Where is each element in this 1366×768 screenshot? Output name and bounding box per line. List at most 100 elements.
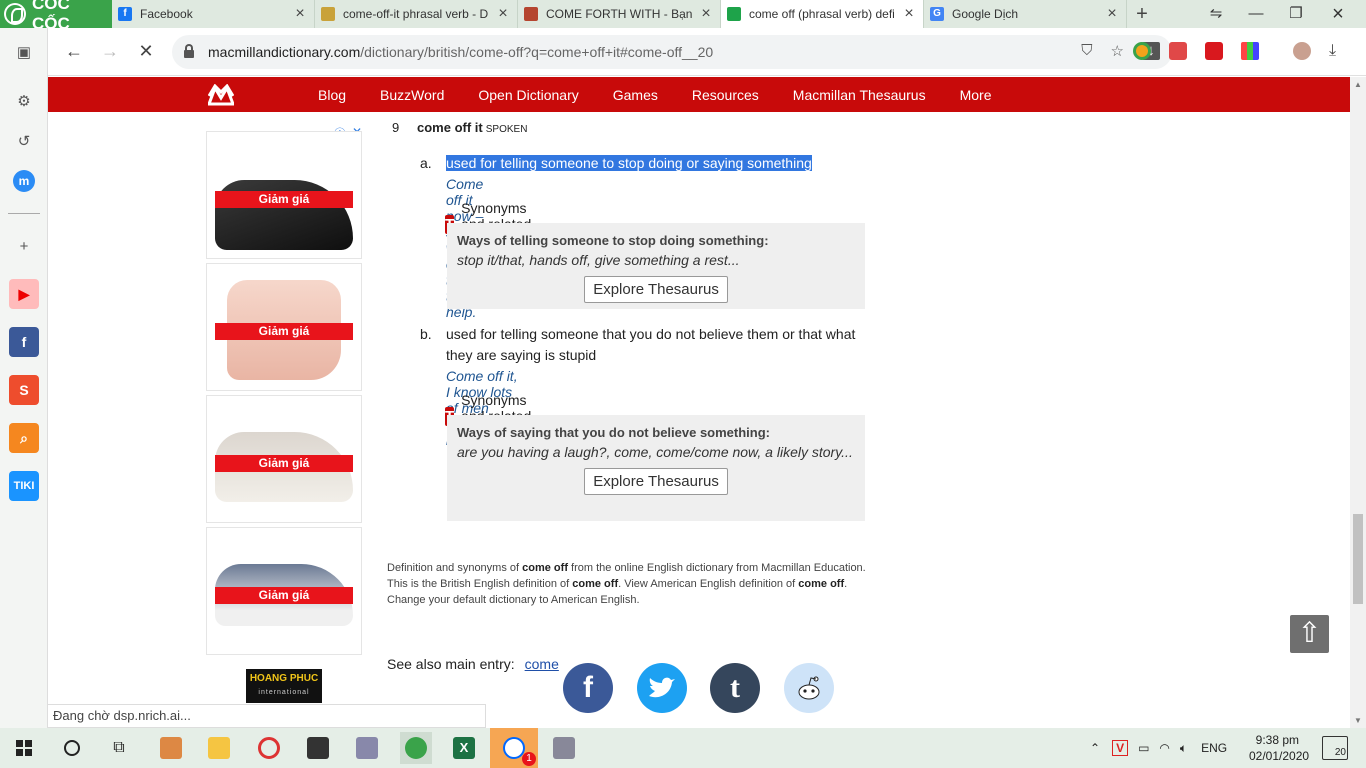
ad-card[interactable]: Giảm giá (206, 395, 362, 523)
ad-card[interactable]: Giảm giá (206, 131, 362, 259)
close-icon[interactable]: × (698, 5, 714, 23)
language-indicator[interactable]: ENG (1201, 741, 1227, 755)
excel-icon[interactable]: X (448, 732, 480, 764)
nav-open-dictionary[interactable]: Open Dictionary (478, 87, 578, 103)
adblock-icon[interactable] (1169, 42, 1187, 60)
explore-thesaurus-button[interactable]: Explore Thesaurus (584, 276, 728, 303)
reddit-share-icon[interactable] (784, 663, 834, 713)
media-app-icon[interactable] (155, 732, 187, 764)
nav-more[interactable]: More (960, 87, 992, 103)
thesaurus-list: are you having a laugh?, come, come/come… (457, 444, 853, 460)
facebook-share-icon[interactable]: f (563, 663, 613, 713)
search-icon[interactable]: ⌕ (8, 422, 40, 454)
back-icon[interactable]: ← (56, 41, 92, 62)
macmillan-logo-icon[interactable] (208, 84, 234, 106)
clock[interactable]: 9:38 pm 02/01/2020 (1249, 732, 1309, 764)
tab-title: come off (phrasal verb) defi (749, 7, 895, 21)
close-icon[interactable]: × (901, 5, 917, 23)
address-bar[interactable]: macmillandictionary.com/dictionary/briti… (172, 35, 1172, 69)
history-icon[interactable]: ↺ (8, 125, 40, 157)
macmillan-icon (727, 7, 741, 21)
tiki-icon[interactable]: TIKI (8, 470, 40, 502)
notification-badge: 1 (522, 752, 536, 766)
extensions: ⤓ (1133, 42, 1336, 60)
shopee-icon[interactable]: S (8, 374, 40, 406)
download-icon[interactable]: ⤓ (1329, 42, 1336, 60)
coccoc-menu-button[interactable]: CỐC CỐC (0, 0, 112, 33)
battery-icon[interactable]: ▭ (1138, 741, 1149, 755)
profile-avatar[interactable] (1293, 42, 1311, 60)
coccoc-taskbar-icon[interactable] (400, 732, 432, 764)
sidebar-toggle-icon[interactable]: ▣ (8, 36, 40, 68)
messenger-icon[interactable]: m (8, 165, 40, 197)
scroll-down-icon[interactable]: ▼ (1350, 716, 1366, 725)
nav-games[interactable]: Games (613, 87, 658, 103)
close-icon[interactable]: × (495, 5, 511, 23)
scroll-up-icon[interactable]: ▲ (1350, 80, 1366, 89)
tab-facebook[interactable]: f Facebook × (112, 0, 315, 28)
tab-cambridge[interactable]: COME FORTH WITH - Bạn d × (518, 0, 721, 28)
zalo-icon[interactable]: 1 (490, 728, 538, 768)
tumblr-share-icon[interactable]: t (710, 663, 760, 713)
vietkey-icon[interactable]: V (1112, 740, 1129, 756)
wifi-icon[interactable]: ◠ (1159, 741, 1169, 755)
lock-icon (184, 44, 194, 58)
windows-start-icon[interactable] (8, 732, 40, 764)
volume-icon[interactable]: 🔈︎ (1180, 741, 1187, 756)
ad-card[interactable]: Giảm giá (206, 263, 362, 391)
tab-google-translate[interactable]: G Google Dịch × (924, 0, 1127, 28)
nav-thesaurus[interactable]: Macmillan Thesaurus (793, 87, 926, 103)
minimize-button[interactable]: — (1236, 0, 1276, 28)
forward-icon[interactable]: → (92, 41, 128, 62)
tab-macmillan[interactable]: come off (phrasal verb) defi × (721, 0, 924, 28)
thesaurus-title: Ways of telling someone to stop doing so… (457, 233, 769, 248)
file-explorer-icon[interactable] (203, 732, 235, 764)
close-icon[interactable]: × (292, 5, 308, 23)
close-window-button[interactable]: × (1318, 0, 1358, 28)
notification-center-icon[interactable]: 20 (1322, 736, 1348, 760)
tab-oxford[interactable]: come-off-it phrasal verb - D × (315, 0, 518, 28)
paint-app-icon[interactable] (351, 732, 383, 764)
twitter-share-icon[interactable] (637, 663, 687, 713)
sense-letter: b. (420, 326, 432, 342)
taskbar: ⧉ X 1 ⌃ V ▭ ◠ 🔈︎ ENG 9:38 pm 02/01/2020 … (0, 728, 1366, 768)
sticky-app-icon[interactable] (302, 732, 334, 764)
hoang-phuc-logo[interactable]: HOANG PHUC international (246, 669, 322, 703)
oxford-icon (321, 7, 335, 21)
footnote-line[interactable]: Change your default dictionary to Americ… (387, 592, 867, 608)
restore-button[interactable]: ❐ (1276, 0, 1316, 28)
tab-list-icon[interactable]: ⇋ (1196, 0, 1236, 28)
ad-card[interactable]: Giảm giá (206, 527, 362, 655)
tab-title: come-off-it phrasal verb - D (343, 7, 489, 21)
youtube-icon[interactable]: ▶ (8, 278, 40, 310)
stop-loading-icon[interactable]: ✕ (128, 41, 164, 62)
close-icon[interactable]: × (1104, 5, 1120, 23)
sync-extension-icon[interactable] (1205, 42, 1223, 60)
nav-resources[interactable]: Resources (692, 87, 759, 103)
explore-thesaurus-button[interactable]: Explore Thesaurus (584, 468, 728, 495)
nav-blog[interactable]: Blog (318, 87, 346, 103)
footnote-line: This is the British English definition o… (387, 578, 848, 590)
cambridge-icon (524, 7, 538, 21)
unikey-icon[interactable] (548, 732, 580, 764)
bookmark-star-icon[interactable]: ☆ (1111, 42, 1124, 60)
chevron-up-icon[interactable]: ⌃ (1090, 741, 1100, 755)
nav-buzzword[interactable]: BuzzWord (380, 87, 444, 103)
tab-title: Google Dịch (952, 7, 1019, 21)
search-icon[interactable] (56, 732, 88, 764)
page-scrollbar[interactable]: ▲ ▼ (1350, 77, 1366, 728)
color-picker-extension-icon[interactable] (1241, 42, 1259, 60)
coccoc-extension-icon[interactable] (1133, 42, 1151, 60)
url-text[interactable]: macmillandictionary.com/dictionary/briti… (208, 44, 713, 60)
facebook-shortcut-icon[interactable]: f (8, 326, 40, 358)
new-tab-button[interactable]: + (1127, 3, 1157, 26)
add-shortcut-icon[interactable]: + (8, 230, 40, 262)
gear-icon[interactable]: ⚙ (8, 85, 40, 117)
snip-app-icon[interactable] (253, 732, 285, 764)
back-to-top-button[interactable]: ⇧ (1290, 615, 1329, 653)
scrollbar-thumb[interactable] (1353, 514, 1363, 604)
shield-icon[interactable]: ⛉ (1081, 42, 1092, 60)
see-also-link[interactable]: come (525, 656, 559, 672)
task-view-icon[interactable]: ⧉ (103, 732, 135, 764)
browser-toolbar: ← → ✕ macmillandictionary.com/dictionary… (48, 28, 1366, 76)
